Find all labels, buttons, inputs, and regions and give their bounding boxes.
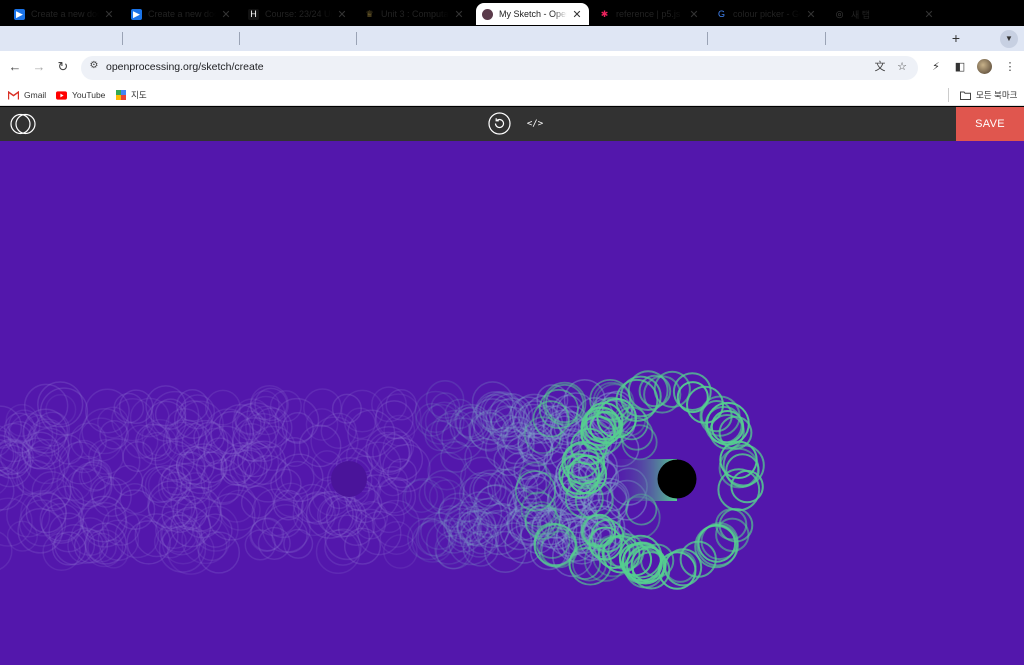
trail-ring xyxy=(373,501,405,534)
tab-4[interactable]: My Sketch - Oper ✕ xyxy=(476,3,589,25)
openprocessing-icon xyxy=(482,8,493,20)
google-icon: G xyxy=(717,9,725,19)
tab-separator xyxy=(356,32,357,45)
tab-close-icon[interactable]: ✕ xyxy=(805,8,817,21)
tab-close-icon[interactable]: ✕ xyxy=(923,8,935,21)
asterisk-icon: ✱ xyxy=(600,8,609,19)
bookmarks-bar xyxy=(0,84,1024,106)
bookmark-label: YouTube xyxy=(72,90,106,100)
code-editor-icon[interactable]: </> xyxy=(526,117,544,131)
trail-ring xyxy=(298,424,342,468)
profile-avatar[interactable] xyxy=(977,59,992,74)
side-panel-icon[interactable]: ◧ xyxy=(952,59,968,76)
ghost-ball xyxy=(331,461,367,497)
trail-ring xyxy=(244,529,276,561)
save-button[interactable]: SAVE xyxy=(956,107,1024,141)
video-icon: ▶ xyxy=(131,8,142,20)
tab-2[interactable]: H Course: 23/24 Uni ✕ xyxy=(242,3,354,25)
tab-close-icon[interactable]: ✕ xyxy=(453,8,465,21)
trail-ring xyxy=(145,385,187,427)
openprocessing-logo-icon[interactable] xyxy=(10,112,36,136)
bookmark-지도[interactable]: 지도 xyxy=(115,88,147,102)
trail-ring xyxy=(283,528,314,559)
maps-icon xyxy=(115,90,126,100)
chrome-icon: ◎ xyxy=(835,8,844,19)
new-tab-button[interactable]: + xyxy=(948,28,964,48)
tab-separator xyxy=(707,32,708,45)
tab-0[interactable]: ▶ Create a new doc ✕ xyxy=(8,3,121,25)
tab-title: Create a new doc xyxy=(148,9,216,19)
tab-5[interactable]: ✱ reference | p5.js ✕ xyxy=(593,3,706,25)
video-icon: ▶ xyxy=(14,8,25,20)
tab-title: Unit 3 : Computat xyxy=(381,9,449,19)
all-bookmarks-label: 모든 북마크 xyxy=(976,90,1018,100)
tab-6[interactable]: Gcolour picker - Go ✕ xyxy=(710,3,823,25)
openprocessing-toolbar xyxy=(0,107,1024,141)
crest-icon: ♛ xyxy=(365,8,374,19)
forward-arrow-icon[interactable]: → xyxy=(30,57,48,77)
url-text[interactable]: openprocessing.org/sketch/create xyxy=(106,61,264,73)
tab-strip xyxy=(0,26,1024,51)
bookmarks-separator xyxy=(948,88,949,102)
tab-close-icon[interactable]: ✕ xyxy=(688,8,700,21)
tab-title: Create a new doc xyxy=(31,9,99,19)
tab-search-chevron-icon[interactable]: ▼ xyxy=(1000,30,1018,48)
extensions-icon[interactable]: ⚡ xyxy=(928,59,944,76)
tab-title: Course: 23/24 Uni xyxy=(265,9,332,19)
tab-close-icon[interactable]: ✕ xyxy=(336,8,348,21)
bookmark-youtube[interactable]: YouTube xyxy=(56,88,105,102)
translate-icon[interactable]: 文 xyxy=(872,59,888,76)
tab-title: My Sketch - Oper xyxy=(499,9,567,19)
tab-separator xyxy=(239,32,240,45)
tab-title: reference | p5.js xyxy=(616,9,681,19)
tab-3[interactable]: ♛ Unit 3 : Computat ✕ xyxy=(358,3,471,25)
tab-separator xyxy=(122,32,123,45)
tab-title: 새 탭 xyxy=(851,9,871,20)
gmail-icon xyxy=(8,90,19,100)
bookmark-gmail[interactable]: Gmail xyxy=(8,88,46,102)
sketch-canvas[interactable] xyxy=(0,141,1024,665)
trail-ring xyxy=(87,532,117,563)
trail-ring xyxy=(0,531,13,570)
tab-separator xyxy=(825,32,826,45)
tab-title: colour picker - Go xyxy=(733,9,801,19)
folder-icon xyxy=(960,91,971,100)
tab-close-icon[interactable]: ✕ xyxy=(571,8,583,21)
run-sketch-icon[interactable] xyxy=(488,112,511,135)
black-ball xyxy=(657,459,697,499)
trail-ring xyxy=(404,479,439,514)
trail-ring xyxy=(119,482,151,515)
h-logo-icon: H xyxy=(248,8,259,20)
trail-ring xyxy=(717,468,761,512)
bookmark-star-icon[interactable]: ☆ xyxy=(894,59,910,76)
tab-close-icon[interactable]: ✕ xyxy=(103,8,115,21)
youtube-icon xyxy=(56,90,67,100)
bookmark-label: Gmail xyxy=(24,90,47,100)
menu-kebab-icon[interactable]: ⋮ xyxy=(1002,59,1018,76)
bookmark-label: 지도 xyxy=(131,90,147,100)
tab-7[interactable]: ◎ 새 탭 ✕ xyxy=(828,3,941,25)
tab-close-icon[interactable]: ✕ xyxy=(220,8,232,21)
reload-icon[interactable]: ↻ xyxy=(54,57,72,77)
site-info-icon[interactable]: ⚙ xyxy=(88,60,100,74)
sketch-drawing xyxy=(0,370,765,590)
all-bookmarks-folder[interactable]: 모든 북마크 xyxy=(960,88,1017,102)
tab-1[interactable]: ▶ Create a new doc ✕ xyxy=(125,3,238,25)
back-arrow-icon[interactable]: ← xyxy=(6,57,24,77)
